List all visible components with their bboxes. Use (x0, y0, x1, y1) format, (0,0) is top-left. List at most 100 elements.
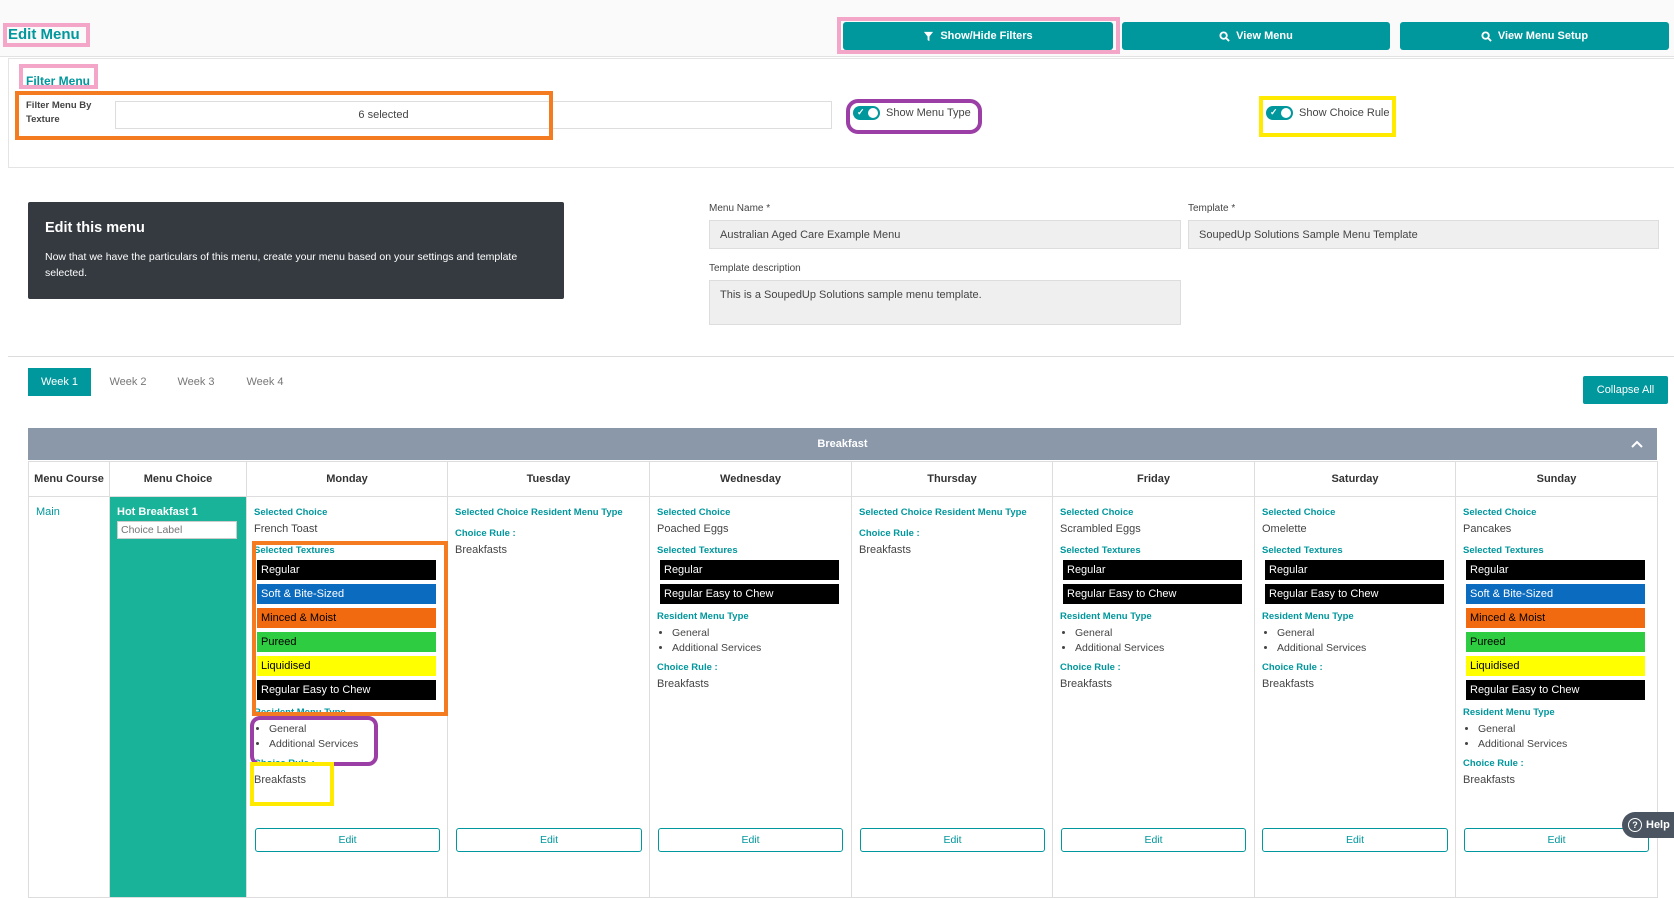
choice-rule-label: Choice Rule : (859, 528, 920, 539)
column-header: Monday (246, 461, 448, 497)
chevron-up-icon[interactable] (1631, 439, 1643, 449)
show-choice-rule-label: Show Choice Rule (1299, 107, 1390, 119)
resident-menu-type-list: GeneralAdditional Services (254, 722, 440, 752)
info-card: Edit this menu Now that we have the part… (28, 202, 564, 299)
selected-choice-label: Selected Choice (1060, 507, 1134, 518)
list-item: General (1075, 626, 1247, 641)
column-header: Thursday (851, 461, 1053, 497)
template-description-label: Template description (709, 263, 801, 274)
show-choice-rule-toggle[interactable]: ✓ Show Choice Rule (1266, 106, 1390, 120)
template-select[interactable]: SoupedUp Solutions Sample Menu Template (1188, 220, 1659, 249)
list-item: General (1277, 626, 1448, 641)
selected-choice-label: Selected Choice Resident Menu Type (859, 507, 1027, 518)
choice-value: Pancakes (1463, 523, 1512, 535)
edit-button-monday[interactable]: Edit (255, 828, 440, 852)
texture-badge: Regular Easy to Chew (1265, 584, 1444, 604)
list-item: Additional Services (1075, 641, 1247, 656)
column-header: Friday (1052, 461, 1255, 497)
resident-menu-type-label: Resident Menu Type (657, 611, 749, 622)
resident-menu-type-label: Resident Menu Type (254, 707, 346, 718)
info-heading: Edit this menu (45, 220, 145, 236)
column-header: Menu Choice (109, 461, 247, 497)
template-value: SoupedUp Solutions Sample Menu Template (1199, 228, 1418, 241)
tab-week-4[interactable]: Week 4 (237, 368, 293, 396)
menu-name-input[interactable]: Australian Aged Care Example Menu (709, 220, 1181, 249)
breakfast-section-header[interactable]: Breakfast (28, 428, 1657, 460)
texture-badge: Regular Easy to Chew (1466, 680, 1645, 700)
texture-badge: Regular (257, 560, 436, 580)
texture-badge: Regular (1265, 560, 1444, 580)
column-header: Sunday (1455, 461, 1658, 497)
tab-week-1[interactable]: Week 1 (28, 368, 91, 396)
show-menu-type-toggle[interactable]: ✓ Show Menu Type (853, 106, 971, 120)
texture-badge: Soft & Bite-Sized (257, 584, 436, 604)
edit-button-thursday[interactable]: Edit (860, 828, 1045, 852)
toggle-switch[interactable]: ✓ (1266, 106, 1293, 120)
texture-multiselect[interactable]: 6 selected (115, 101, 832, 129)
question-icon: ? (1628, 818, 1642, 832)
toggle-switch[interactable]: ✓ (853, 106, 880, 120)
choice-rule-value: Breakfasts (859, 544, 911, 556)
column-header: Menu Course (28, 461, 110, 497)
choice-name: Hot Breakfast 1 (117, 506, 198, 518)
edit-button-sunday[interactable]: Edit (1464, 828, 1649, 852)
tab-week-2[interactable]: Week 2 (100, 368, 156, 396)
search-icon (1219, 30, 1230, 42)
column-header: Tuesday (447, 461, 650, 497)
edit-button-tuesday[interactable]: Edit (456, 828, 642, 852)
edit-button-friday[interactable]: Edit (1061, 828, 1246, 852)
list-item: Additional Services (1478, 737, 1650, 752)
choice-value: French Toast (254, 523, 318, 535)
list-item: General (1478, 722, 1650, 737)
texture-badge: Soft & Bite-Sized (1466, 584, 1645, 604)
list-item: General (672, 626, 844, 641)
texture-badge: Pureed (1466, 632, 1645, 652)
edit-button-wednesday[interactable]: Edit (658, 828, 843, 852)
choice-rule-value: Breakfasts (1262, 678, 1314, 690)
choice-value: Scrambled Eggs (1060, 523, 1141, 535)
texture-badge: Regular Easy to Chew (257, 680, 436, 700)
selected-textures-label: Selected Textures (1262, 545, 1343, 556)
template-description-textarea[interactable]: This is a SoupedUp Solutions sample menu… (709, 280, 1181, 325)
choice-rule-value: Breakfasts (455, 544, 507, 556)
choice-rule-value: Breakfasts (657, 678, 709, 690)
choice-rule-label: Choice Rule : (657, 662, 718, 673)
texture-badge: Regular (1063, 560, 1242, 580)
resident-menu-type-label: Resident Menu Type (1060, 611, 1152, 622)
resident-menu-type-list: GeneralAdditional Services (1262, 626, 1448, 656)
list-item: Additional Services (1277, 641, 1448, 656)
choice-label-input[interactable] (117, 521, 237, 539)
collapse-all-button[interactable]: Collapse All (1583, 376, 1668, 404)
view-menu-setup-button[interactable]: View Menu Setup (1400, 22, 1669, 50)
texture-badge: Minced & Moist (1466, 608, 1645, 628)
list-item: Additional Services (269, 737, 440, 752)
view-menu-button[interactable]: View Menu (1122, 22, 1390, 50)
edit-button-saturday[interactable]: Edit (1262, 828, 1448, 852)
show-hide-filters-button[interactable]: Show/Hide Filters (843, 22, 1113, 50)
menu-name-label: Menu Name * (709, 203, 771, 214)
column-header: Wednesday (649, 461, 852, 497)
resident-menu-type-list: GeneralAdditional Services (1060, 626, 1247, 656)
selected-choice-label: Selected Choice (657, 507, 731, 518)
selected-choice-label: Selected Choice (1262, 507, 1336, 518)
selected-choice-label: Selected Choice (254, 507, 328, 518)
choice-rule-value: Breakfasts (1463, 774, 1515, 786)
choice-rule-label: Choice Rule : (254, 758, 315, 769)
help-button[interactable]: ? Help (1622, 812, 1674, 838)
selected-choice-label: Selected Choice (1463, 507, 1537, 518)
template-description-value: This is a SoupedUp Solutions sample menu… (720, 289, 982, 301)
texture-badge: Regular (660, 560, 839, 580)
view-menu-label: View Menu (1236, 30, 1293, 42)
view-menu-setup-label: View Menu Setup (1497, 30, 1589, 42)
resident-menu-type-list: GeneralAdditional Services (657, 626, 844, 656)
selected-textures-label: Selected Textures (1463, 545, 1544, 556)
texture-multiselect-value: 6 selected (358, 109, 409, 121)
texture-badge: Regular Easy to Chew (1063, 584, 1242, 604)
course-name: Main (36, 506, 60, 518)
choice-cell: Hot Breakfast 1 (109, 496, 247, 898)
choice-rule-label: Choice Rule : (455, 528, 516, 539)
section-title: Breakfast (817, 438, 868, 450)
choice-rule-value: Breakfasts (1060, 678, 1112, 690)
choice-rule-label: Choice Rule : (1060, 662, 1121, 673)
tab-week-3[interactable]: Week 3 (164, 368, 228, 396)
